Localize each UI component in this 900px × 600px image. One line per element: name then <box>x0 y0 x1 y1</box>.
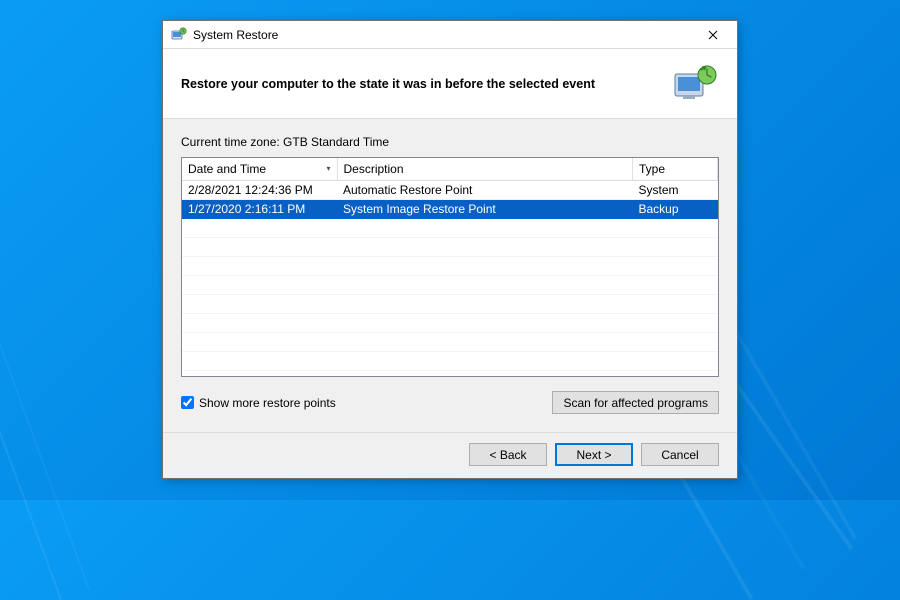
table-row[interactable]: 2/28/2021 12:24:36 PMAutomatic Restore P… <box>182 181 718 200</box>
column-label: Date and Time <box>188 162 266 176</box>
table-row-empty <box>182 219 718 238</box>
table-row[interactable]: 1/27/2020 2:16:11 PMSystem Image Restore… <box>182 200 718 219</box>
table-row-empty <box>182 333 718 352</box>
show-more-checkbox-wrap[interactable]: Show more restore points <box>181 396 336 410</box>
system-restore-dialog: System Restore Restore your computer to … <box>162 20 738 479</box>
body-panel: Current time zone: GTB Standard Time Dat… <box>163 119 737 432</box>
column-label: Description <box>344 162 404 176</box>
scan-affected-button[interactable]: Scan for affected programs <box>552 391 719 414</box>
column-header-datetime[interactable]: Date and Time ▾ <box>182 158 337 181</box>
footer: < Back Next > Cancel <box>163 432 737 478</box>
window-title: System Restore <box>193 28 693 42</box>
titlebar: System Restore <box>163 21 737 49</box>
cell-type: Backup <box>633 200 718 219</box>
cell-description: System Image Restore Point <box>337 200 633 219</box>
sort-descending-icon: ▾ <box>326 164 330 173</box>
cancel-button[interactable]: Cancel <box>641 443 719 466</box>
table-row-empty <box>182 257 718 276</box>
table-row-empty <box>182 371 718 378</box>
cell-datetime: 2/28/2021 12:24:36 PM <box>182 181 337 200</box>
timezone-label: Current time zone: GTB Standard Time <box>181 135 719 149</box>
show-more-checkbox[interactable] <box>181 396 194 409</box>
next-button[interactable]: Next > <box>555 443 633 466</box>
header-text: Restore your computer to the state it wa… <box>181 77 663 91</box>
system-restore-large-icon <box>673 64 719 104</box>
restore-points-table: Date and Time ▾ Description Type 2/28/20… <box>181 157 719 377</box>
column-header-type[interactable]: Type <box>633 158 718 181</box>
table-row-empty <box>182 238 718 257</box>
table-row-empty <box>182 314 718 333</box>
cell-type: System <box>633 181 718 200</box>
back-button[interactable]: < Back <box>469 443 547 466</box>
table-row-empty <box>182 352 718 371</box>
close-button[interactable] <box>693 23 733 47</box>
cell-datetime: 1/27/2020 2:16:11 PM <box>182 200 337 219</box>
column-label: Type <box>639 162 665 176</box>
table-row-empty <box>182 295 718 314</box>
column-header-description[interactable]: Description <box>337 158 633 181</box>
cell-description: Automatic Restore Point <box>337 181 633 200</box>
header-panel: Restore your computer to the state it wa… <box>163 49 737 119</box>
system-restore-icon <box>171 27 187 43</box>
table-row-empty <box>182 276 718 295</box>
close-icon <box>708 30 718 40</box>
show-more-label: Show more restore points <box>199 396 336 410</box>
